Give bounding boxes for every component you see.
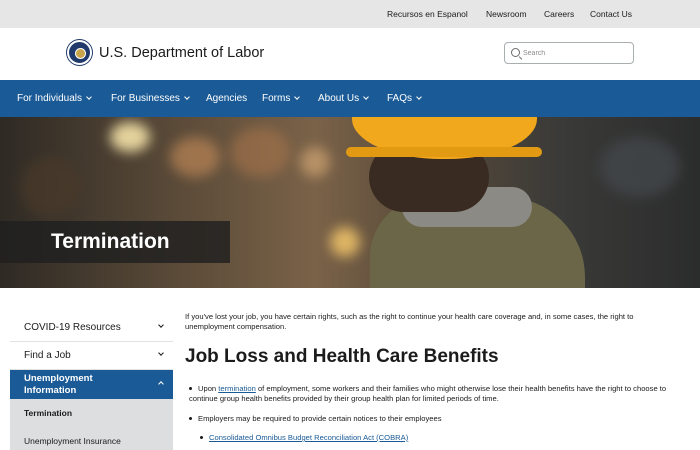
dol-seal-logo[interactable] [67,40,92,65]
sidebar-subitem-label: Termination [24,408,73,418]
nav-label: Agencies [206,93,248,104]
hero-banner-image: Termination [0,117,700,288]
bullet-text-prefix: Upon [198,384,219,393]
main-nav: For Individuals For Businesses Agencies … [0,80,700,117]
nav-label: For Businesses [111,93,180,104]
chevron-down-icon [416,94,422,100]
newsroom-link[interactable]: Newsroom [486,9,527,19]
termination-link[interactable]: termination [218,384,256,393]
cobra-link[interactable]: Consolidated Omnibus Budget Reconciliati… [209,433,408,442]
sidebar-subitem-label: Unemployment Insurance [24,436,121,446]
sidebar-item-unemployment-information[interactable]: Unemployment Information [10,370,173,399]
section-heading: Job Loss and Health Care Benefits [185,346,499,367]
sidebar-section-label: Unemployment Information [24,373,93,396]
page-title: Termination [51,230,170,253]
sidebar-item-covid-19-resources[interactable]: COVID-19 Resources [10,314,173,342]
nav-about-us[interactable]: About Us [318,93,369,104]
chevron-down-icon [86,94,92,100]
list-item: Upon termination of employment, some wor… [189,384,681,404]
nav-label: Forms [262,93,291,104]
chevron-up-icon [158,381,164,387]
bullet-text: Employers may be required to provide cer… [198,414,442,423]
list-item: Employers may be required to provide cer… [189,414,681,424]
bullet-icon [200,435,203,439]
hero-title-box: Termination [0,221,230,263]
search-box[interactable] [504,42,634,64]
nav-for-individuals[interactable]: For Individuals [17,93,92,104]
nav-label: FAQs [387,93,413,104]
agency-name[interactable]: U.S. Department of Labor [99,45,264,61]
bullet-icon [189,386,192,390]
bullet-text-suffix: of employment, some workers and their fa… [189,384,667,403]
sidebar-subitem-termination[interactable]: Termination [10,399,173,427]
nav-label: About Us [318,93,360,104]
careers-link[interactable]: Careers [544,9,574,19]
main-content: If you've lost your job, you have certai… [185,312,685,442]
chevron-down-icon [363,94,369,100]
nav-label: For Individuals [17,93,83,104]
list-item: Consolidated Omnibus Budget Reconciliati… [200,433,408,443]
site-header: U.S. Department of Labor [0,28,700,80]
sidebar-item-label: COVID-19 Resources [24,322,121,333]
sidebar-nav: COVID-19 Resources Find a Job Unemployme… [10,314,173,450]
chevron-down-icon [184,94,190,100]
nav-agencies[interactable]: Agencies [206,93,247,104]
worker-figure [332,117,585,288]
contact-us-link[interactable]: Contact Us [590,9,632,19]
nav-forms[interactable]: Forms [262,93,301,104]
search-icon[interactable] [511,48,520,57]
sidebar-item-find-a-job[interactable]: Find a Job [10,342,173,370]
chevron-down-icon [158,350,164,356]
spanish-resources-link[interactable]: Recursos en Espanol [387,9,468,19]
chevron-down-icon [158,322,164,328]
sidebar-item-label: Find a Job [24,350,71,361]
nav-faqs[interactable]: FAQs [387,93,422,104]
sidebar-subitem-unemployment-insurance[interactable]: Unemployment Insurance [10,427,173,450]
nav-for-businesses[interactable]: For Businesses [111,93,190,104]
bullet-icon [189,416,192,420]
search-input[interactable] [523,46,628,60]
intro-paragraph: If you've lost your job, you have certai… [185,312,634,331]
utility-bar: Recursos en Espanol Newsroom Careers Con… [0,0,700,28]
chevron-down-icon [294,94,301,100]
